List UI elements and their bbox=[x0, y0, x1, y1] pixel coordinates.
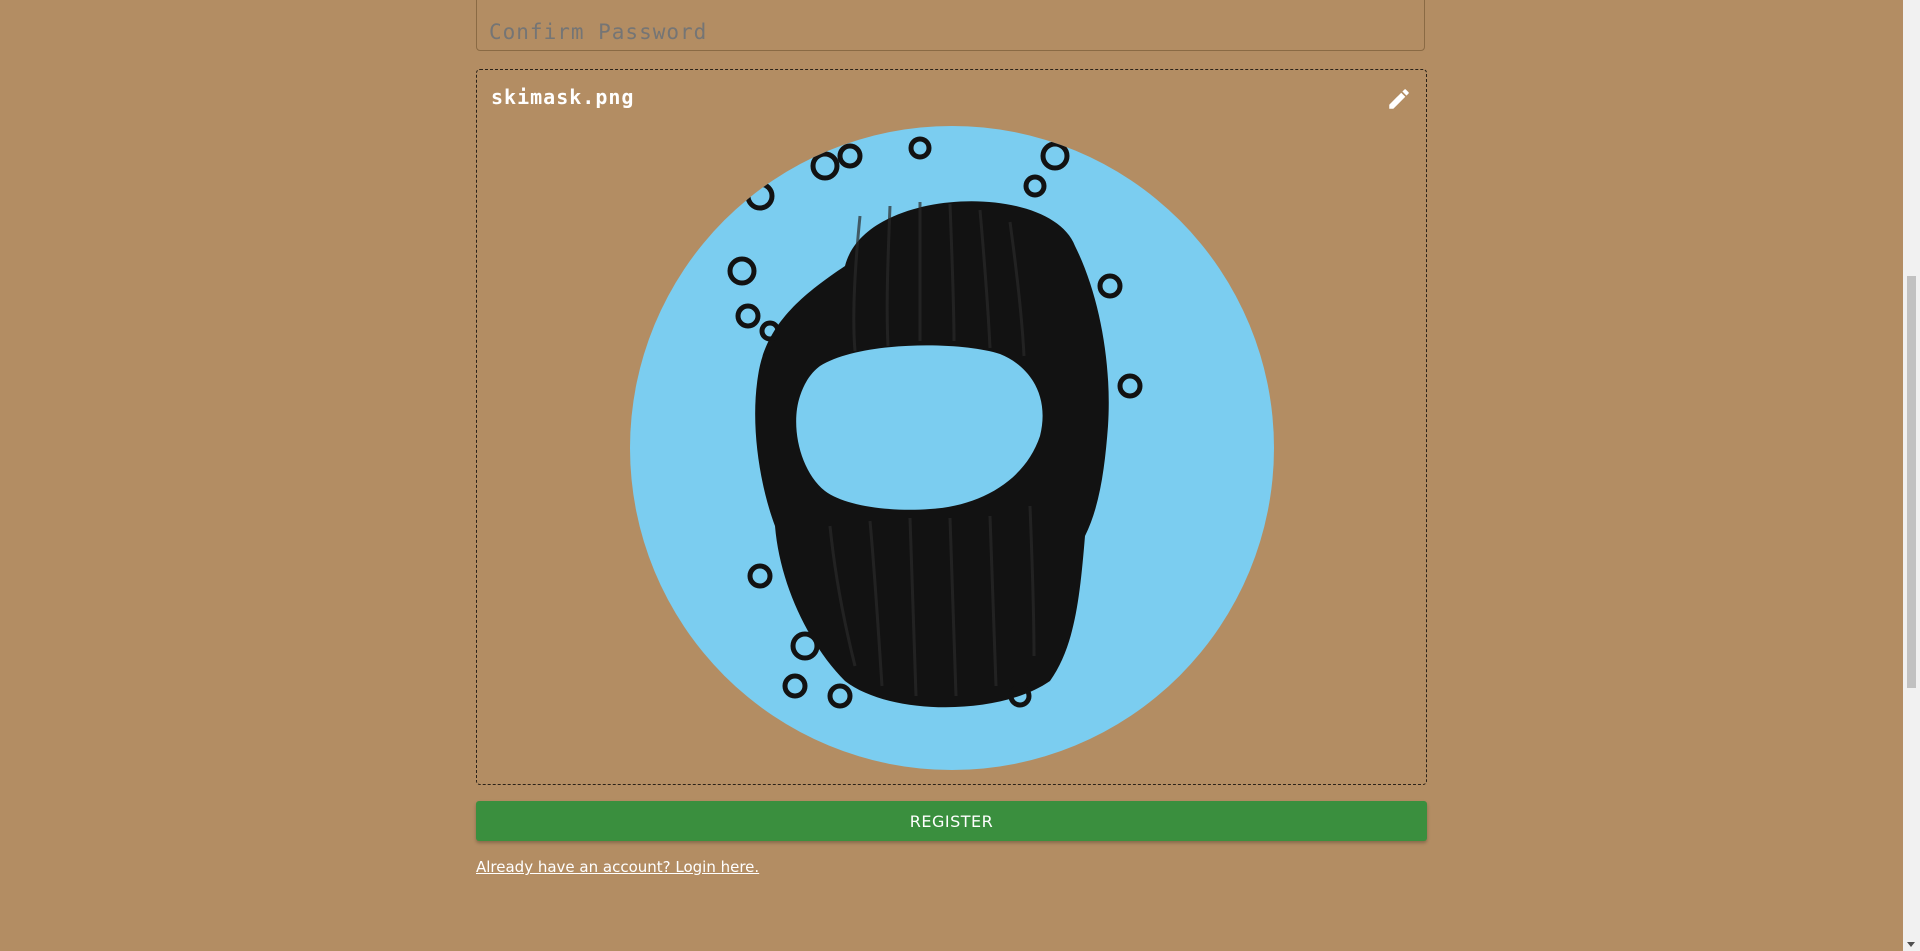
scroll-down-arrow-icon[interactable] bbox=[1907, 942, 1915, 947]
upload-filename: skimask.png bbox=[491, 85, 635, 109]
register-page: skimask.png REGISTER Already have an acc… bbox=[0, 0, 1920, 951]
avatar-upload-dropzone[interactable]: skimask.png bbox=[476, 69, 1427, 785]
ski-mask-image bbox=[727, 136, 1143, 709]
avatar-preview bbox=[630, 126, 1274, 770]
pencil-icon[interactable] bbox=[1386, 86, 1412, 112]
scrollbar-thumb[interactable] bbox=[1907, 276, 1916, 688]
confirm-password-input[interactable] bbox=[476, 0, 1425, 51]
page-scrollbar[interactable] bbox=[1903, 0, 1920, 951]
register-button[interactable]: REGISTER bbox=[476, 801, 1427, 841]
login-link[interactable]: Already have an account? Login here. bbox=[476, 858, 759, 876]
